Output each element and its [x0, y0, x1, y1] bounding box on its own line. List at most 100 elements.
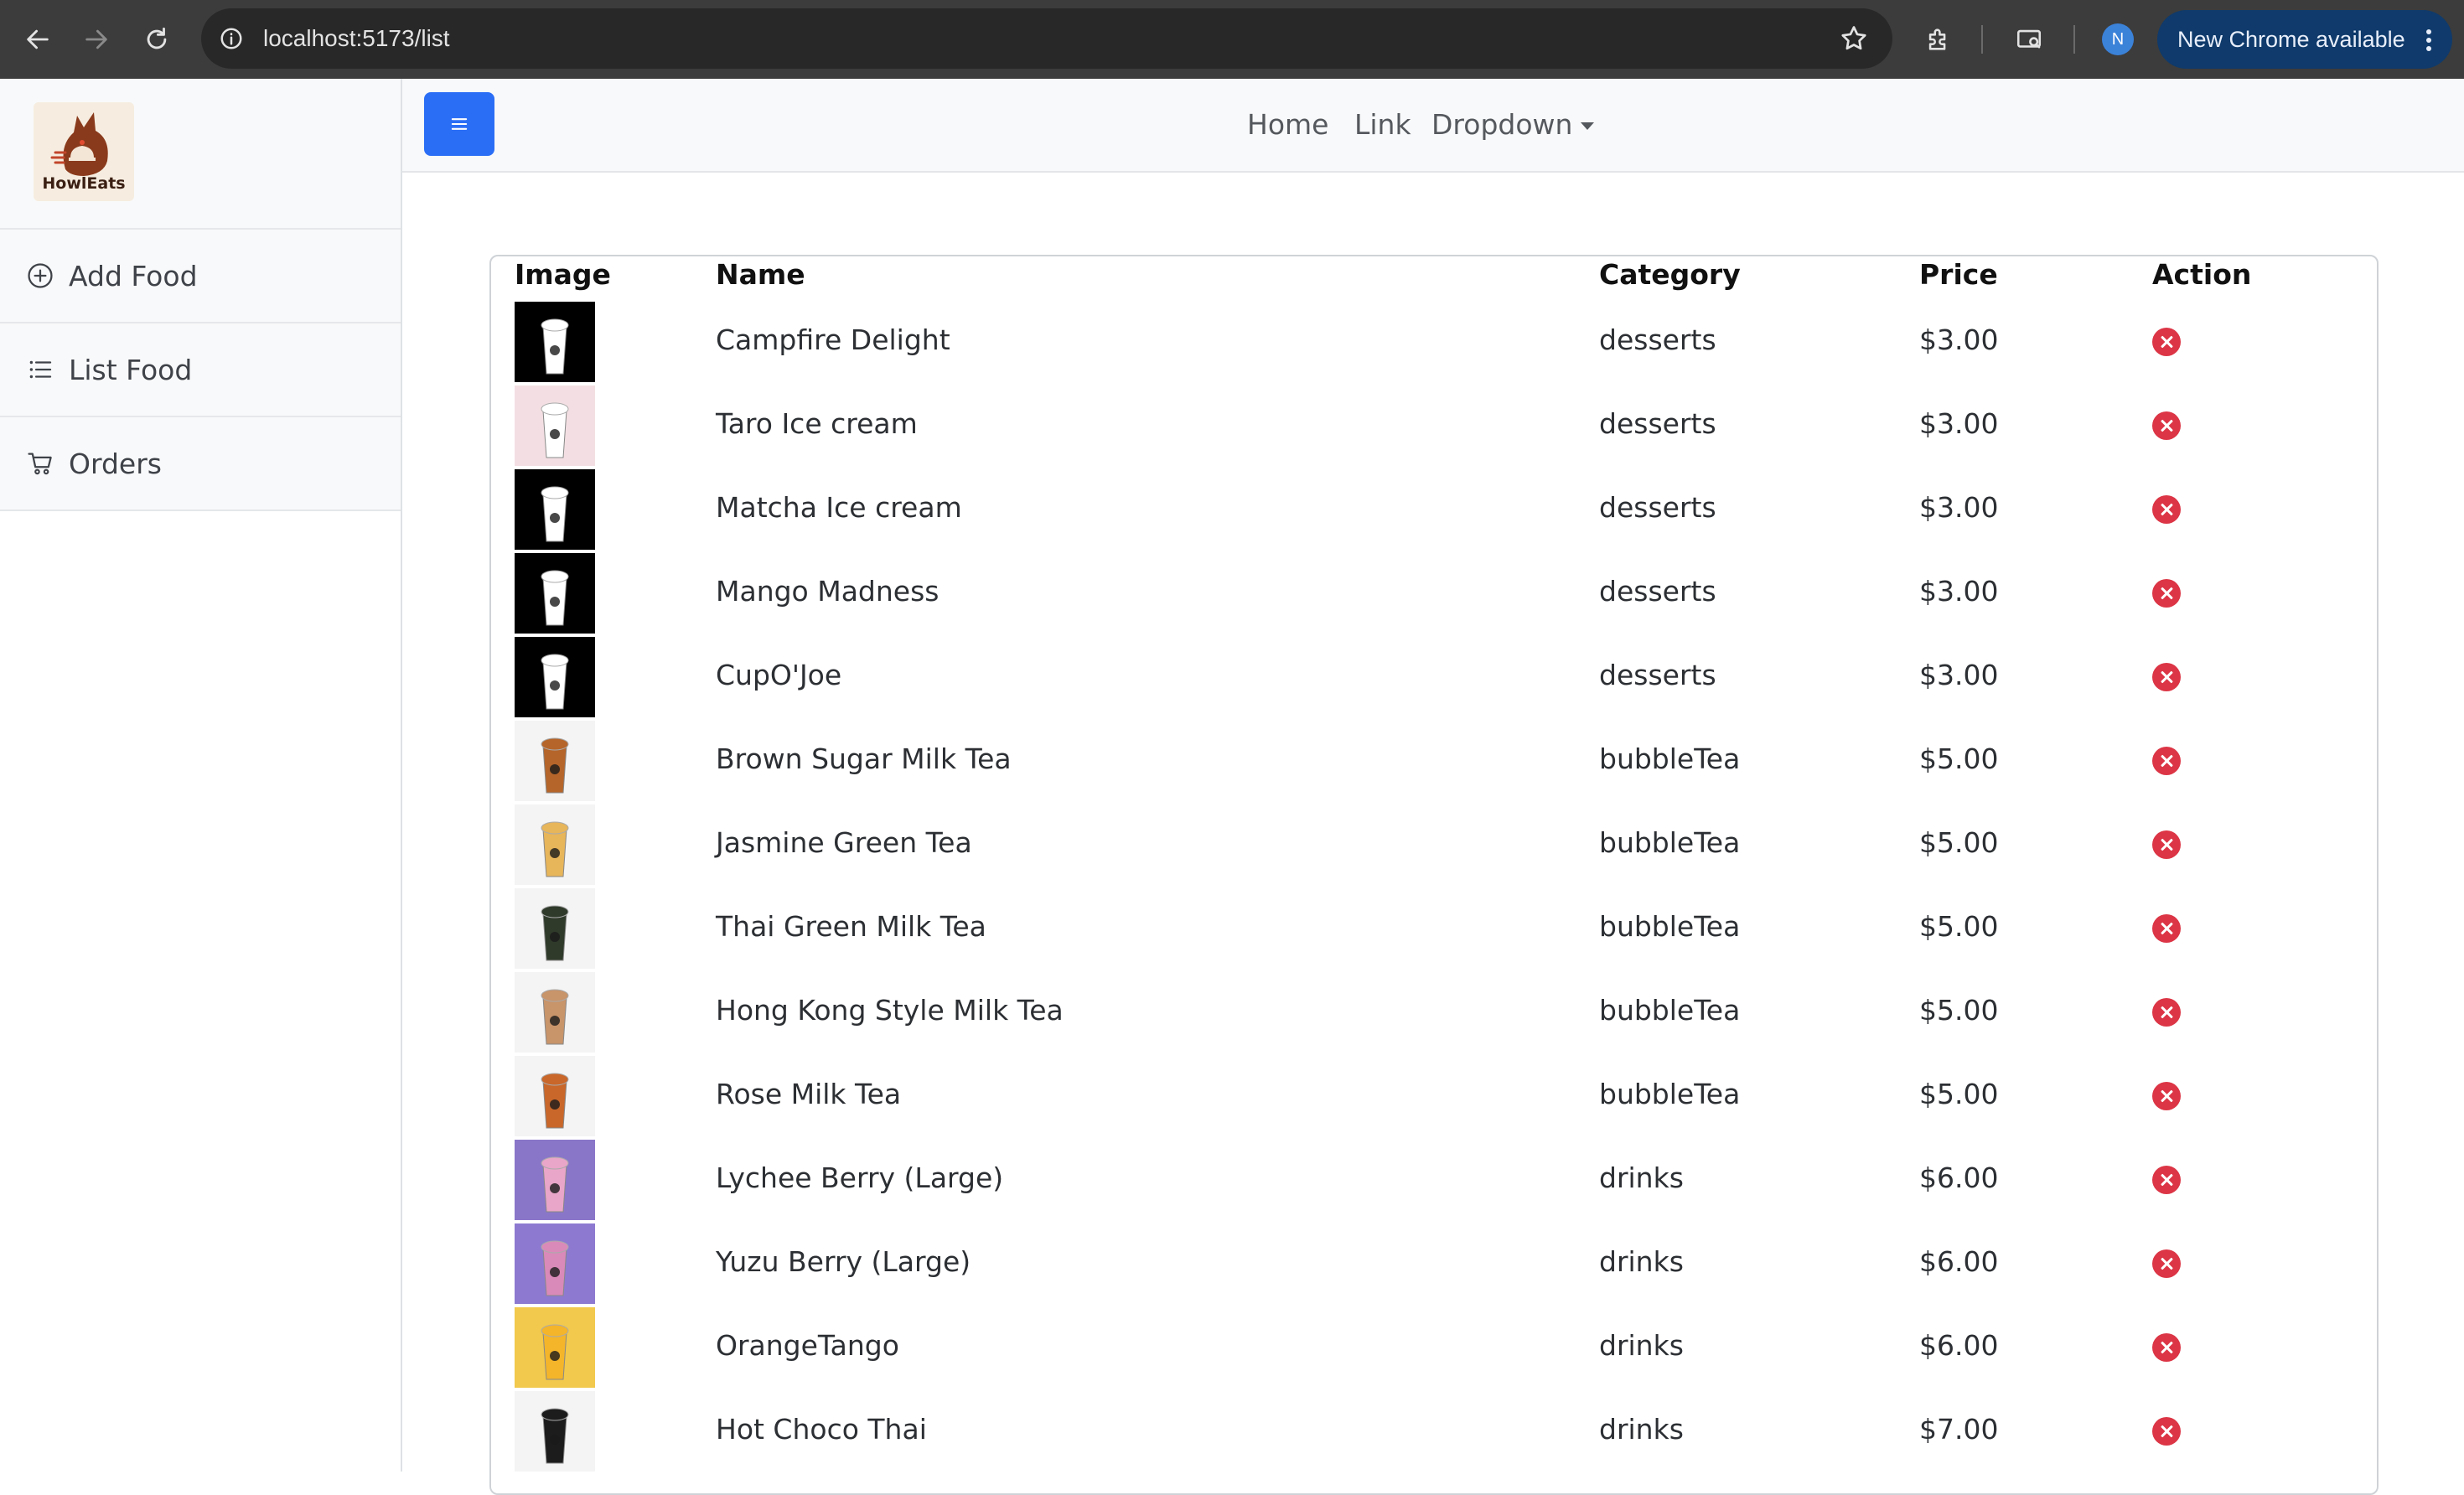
remove-item-icon[interactable] [2152, 663, 2181, 691]
food-list-table: Image Name Category Price Action Campfire De… [489, 255, 2379, 1495]
food-category: desserts [1599, 659, 1716, 691]
nav-dropdown-label: Dropdown [1431, 108, 1573, 141]
remove-item-icon[interactable] [2152, 1082, 2181, 1110]
food-name: Yuzu Berry (Large) [716, 1245, 971, 1278]
reload-icon[interactable] [136, 18, 178, 60]
remove-item-icon[interactable] [2152, 579, 2181, 608]
bookmark-star-icon[interactable] [1839, 23, 1869, 54]
food-price: $5.00 [1919, 826, 1999, 859]
nav-dropdown[interactable]: Dropdown [1431, 79, 1595, 171]
browser-toolbar: localhost:5173/list N New Chrome availab… [0, 0, 2464, 79]
sidebar-logo-area: HowlEats [0, 79, 401, 230]
sidebar-item-label: List Food [69, 353, 193, 386]
food-thumbnail [515, 721, 595, 801]
food-name: Mango Madness [716, 575, 940, 608]
nav-link-home[interactable]: Home [1247, 79, 1328, 171]
list-icon [25, 354, 55, 385]
column-header: Name [716, 258, 805, 291]
food-category: desserts [1599, 491, 1716, 524]
column-header: Image [515, 258, 611, 291]
sidebar-item-list-food[interactable]: List Food [0, 323, 401, 417]
food-name: Hot Choco Thai [716, 1413, 927, 1446]
food-category: bubbleTea [1599, 742, 1741, 775]
sidebar-item-orders[interactable]: Orders [0, 417, 401, 511]
profile-avatar[interactable]: N [2102, 23, 2134, 55]
kebab-menu-icon[interactable] [2425, 28, 2432, 52]
food-name: Brown Sugar Milk Tea [716, 742, 1012, 775]
cast-search-icon[interactable] [2010, 20, 2048, 59]
remove-item-icon[interactable] [2152, 747, 2181, 775]
remove-item-icon[interactable] [2152, 1249, 2181, 1278]
update-label: New Chrome available [2177, 27, 2405, 52]
food-thumbnail [515, 469, 595, 550]
food-thumbnail [515, 1307, 595, 1388]
column-header: Category [1599, 258, 1741, 291]
food-category: drinks [1599, 1413, 1684, 1446]
food-thumbnail [515, 553, 595, 634]
address-bar[interactable]: localhost:5173/list [201, 8, 1892, 69]
food-price: $6.00 [1919, 1161, 1999, 1194]
food-category: desserts [1599, 407, 1716, 440]
sidebar-toggle-button[interactable] [424, 92, 494, 156]
food-name: Taro Ice cream [716, 407, 918, 440]
sidebar-item-label: Orders [69, 447, 162, 480]
food-thumbnail [515, 804, 595, 885]
food-name: Matcha Ice cream [716, 491, 962, 524]
remove-item-icon[interactable] [2152, 495, 2181, 524]
food-thumbnail [515, 1140, 595, 1220]
food-name: Rose Milk Tea [716, 1078, 902, 1110]
food-thumbnail [515, 1056, 595, 1136]
remove-item-icon[interactable] [2152, 328, 2181, 356]
food-category: bubbleTea [1599, 826, 1741, 859]
site-info-icon[interactable] [213, 20, 250, 57]
sidebar-item-add-food[interactable]: Add Food [0, 230, 401, 323]
hamburger-icon [451, 118, 468, 130]
food-name: Hong Kong Style Milk Tea [716, 994, 1064, 1027]
new-chrome-available-button[interactable]: New Chrome available [2157, 10, 2452, 69]
caret-down-icon [1581, 122, 1595, 130]
sidebar: HowlEats Add Food List Food Orders [0, 79, 402, 1472]
remove-item-icon[interactable] [2152, 1417, 2181, 1446]
howleats-logo[interactable]: HowlEats [34, 102, 134, 201]
food-thumbnail [515, 888, 595, 969]
back-icon[interactable] [17, 18, 59, 60]
food-price: $3.00 [1919, 575, 1999, 608]
nav-link-link[interactable]: Link [1354, 79, 1411, 171]
food-category: bubbleTea [1599, 910, 1741, 943]
food-thumbnail [515, 385, 595, 466]
cart-icon [25, 448, 55, 479]
food-name: OrangeTango [716, 1329, 899, 1362]
food-thumbnail [515, 1391, 595, 1472]
remove-item-icon[interactable] [2152, 1333, 2181, 1362]
forward-icon[interactable] [75, 18, 117, 60]
food-price: $5.00 [1919, 742, 1999, 775]
top-navbar: Home Link Dropdown [402, 79, 2464, 173]
remove-item-icon[interactable] [2152, 411, 2181, 440]
column-header: Action [2152, 258, 2252, 291]
food-thumbnail [515, 637, 595, 717]
food-thumbnail [515, 1223, 595, 1304]
food-price: $5.00 [1919, 910, 1999, 943]
food-name: Jasmine Green Tea [716, 826, 972, 859]
plus-circle-icon [25, 261, 55, 291]
remove-item-icon[interactable] [2152, 914, 2181, 943]
column-header: Price [1919, 258, 1998, 291]
food-category: desserts [1599, 323, 1716, 356]
remove-item-icon[interactable] [2152, 830, 2181, 859]
food-thumbnail [515, 302, 595, 382]
logo-text: HowlEats [42, 174, 126, 193]
food-price: $5.00 [1919, 1078, 1999, 1110]
extensions-puzzle-icon[interactable] [1919, 20, 1958, 59]
food-category: bubbleTea [1599, 1078, 1741, 1110]
url-text[interactable]: localhost:5173/list [263, 8, 450, 69]
food-price: $5.00 [1919, 994, 1999, 1027]
toolbar-divider [2073, 25, 2075, 54]
food-price: $3.00 [1919, 659, 1999, 691]
food-thumbnail [515, 972, 595, 1053]
remove-item-icon[interactable] [2152, 998, 2181, 1027]
food-name: CupO'Joe [716, 659, 842, 691]
food-name: Thai Green Milk Tea [716, 910, 986, 943]
food-price: $6.00 [1919, 1245, 1999, 1278]
remove-item-icon[interactable] [2152, 1166, 2181, 1194]
food-price: $3.00 [1919, 491, 1999, 524]
